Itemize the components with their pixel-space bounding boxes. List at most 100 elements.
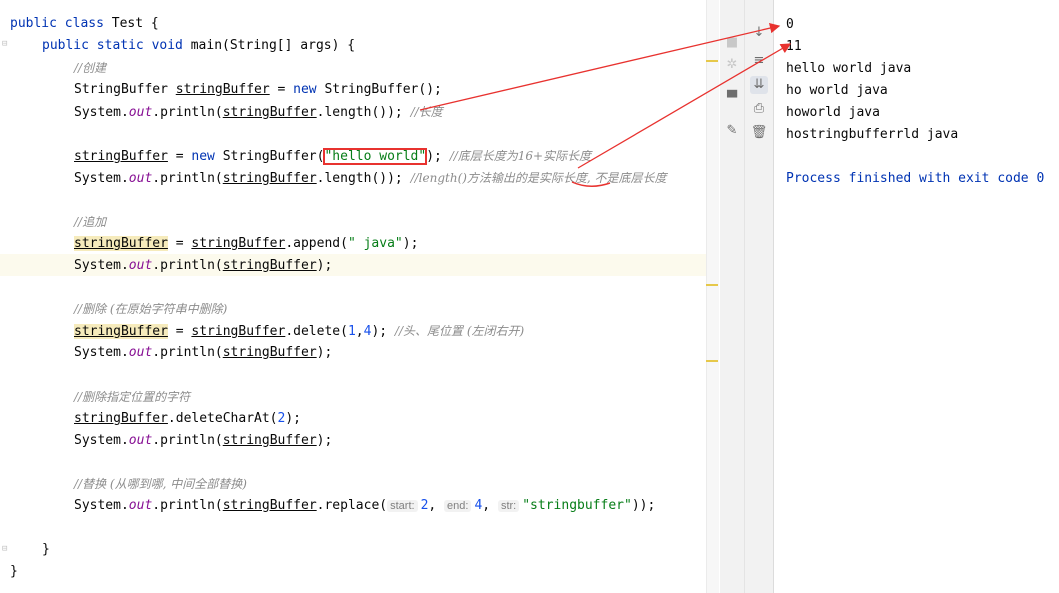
code-line-22: //替换 (从哪到哪, 中间全部替换): [74, 473, 247, 495]
method-call: .println(: [152, 345, 223, 360]
stop-icon[interactable]: ■: [723, 34, 741, 52]
code-line-1: public class Test {: [10, 13, 159, 35]
run-console[interactable]: 0 11 hello world java ho world java howo…: [774, 0, 1059, 593]
field: out: [128, 498, 153, 513]
pin-icon[interactable]: ✎: [723, 122, 741, 140]
code-line-8: System.out.println(stringBuffer.length()…: [74, 167, 667, 189]
code-line-26: }: [10, 561, 18, 583]
closing-brace: }: [42, 542, 50, 557]
scroll-marker[interactable]: [706, 60, 718, 62]
constructor: StringBuffer(: [222, 149, 325, 164]
scroll-marker[interactable]: [706, 284, 718, 286]
scroll-to-end-icon[interactable]: ⇊: [750, 76, 768, 94]
variable: stringBuffer: [191, 236, 286, 251]
method-call: .println(: [152, 258, 223, 273]
comment: //替换 (从哪到哪, 中间全部替换): [74, 477, 247, 491]
closing-brace: }: [10, 564, 18, 579]
comment: //删除 (在原始字符串中删除): [74, 302, 228, 316]
method-call: .append(: [285, 236, 348, 251]
field: out: [128, 345, 153, 360]
console-output-line: 0: [786, 17, 794, 32]
string-literal: "stringbuffer": [522, 498, 632, 513]
scroll-down-icon[interactable]: ↓: [750, 24, 768, 42]
string-literal: " java": [347, 236, 403, 251]
operator: =: [269, 82, 294, 97]
code-editor[interactable]: ⊟ ⊟ public class Test { public static vo…: [0, 0, 706, 593]
variable: stringBuffer: [222, 345, 317, 360]
variable: stringBuffer: [222, 105, 317, 120]
string-literal-boxed: "hello world": [323, 148, 428, 165]
class-name: Test {: [111, 16, 159, 31]
layout-icon[interactable]: ▀: [723, 90, 741, 108]
code-line-2: public static void main(String[] args) {: [42, 35, 355, 57]
comment: //底层长度为16+实际长度: [449, 149, 592, 163]
fold-marker-icon[interactable]: ⊟: [2, 545, 10, 554]
punctuation: );: [371, 324, 395, 339]
settings-icon[interactable]: ✲: [723, 56, 741, 74]
number-literal: 1: [347, 324, 356, 339]
code-line-15: stringBuffer = stringBuffer.delete(1,4);…: [74, 320, 524, 342]
class-ref: System.: [74, 345, 129, 360]
class-ref: System.: [74, 498, 129, 513]
variable: stringBuffer: [74, 149, 168, 164]
param-hint-start: start:: [387, 500, 418, 512]
keyword: public class: [10, 16, 112, 31]
variable: stringBuffer: [222, 433, 317, 448]
operator: =: [167, 236, 192, 251]
field: out: [128, 433, 153, 448]
class-ref: System.: [74, 433, 129, 448]
keyword: public static void: [42, 38, 191, 53]
class-ref: System.: [74, 171, 129, 186]
variable: stringBuffer: [222, 258, 317, 273]
scroll-marker[interactable]: [706, 360, 718, 362]
punctuation: );: [285, 411, 301, 426]
variable: stringBuffer: [191, 324, 286, 339]
code-line-14: //删除 (在原始字符串中删除): [74, 298, 227, 320]
variable: stringBuffer: [74, 411, 168, 426]
editor-scrollbar[interactable]: [706, 0, 719, 593]
trash-icon[interactable]: 🗑: [750, 124, 768, 142]
method-call: .length());: [316, 105, 411, 120]
code-line-18: //删除指定位置的字符: [74, 386, 190, 408]
method-call: .replace(: [316, 498, 388, 513]
comment: //长度: [410, 105, 443, 119]
method-call: .println(: [152, 498, 223, 513]
comment: //头、尾位置 (左闭右开): [394, 324, 525, 338]
process-finished-message: Process finished with exit code 0: [786, 171, 1045, 186]
comment: //追加: [74, 215, 107, 229]
console-output-line: hostringbufferrld java: [786, 127, 959, 142]
print-icon[interactable]: ⎙: [750, 100, 768, 118]
punctuation: );: [316, 258, 333, 273]
keyword: new: [191, 149, 223, 164]
keyword: new: [293, 82, 325, 97]
comment: //length()方法输出的是实际长度, 不是底层长度: [410, 171, 667, 185]
console-output-line: ho world java: [786, 83, 888, 98]
method-call: .delete(: [285, 324, 348, 339]
code-line-25: }: [42, 539, 50, 561]
constructor: StringBuffer();: [324, 82, 442, 97]
console-side-toolbar: ■ ✲ ▀ ✎: [720, 0, 745, 593]
class-ref: System.: [74, 258, 129, 273]
punctuation: ,: [355, 324, 364, 339]
comment: //删除指定位置的字符: [74, 390, 191, 404]
punctuation: ));: [631, 498, 656, 513]
code-line-23: System.out.println(stringBuffer.replace(…: [74, 495, 655, 517]
wrap-icon[interactable]: ≡: [750, 52, 768, 70]
variable-highlighted: stringBuffer: [74, 324, 168, 339]
code-line-7: stringBuffer = new StringBuffer("hello w…: [74, 145, 591, 167]
class-ref: System.: [74, 105, 129, 120]
punctuation: );: [426, 149, 450, 164]
code-line-10: //追加: [74, 211, 106, 233]
console-output-line: hello world java: [786, 61, 912, 76]
console-output-toolbar: ↓ ≡ ⇊ ⎙ 🗑: [745, 0, 774, 593]
comment: //创建: [74, 61, 107, 75]
code-line-3: //创建: [74, 57, 106, 79]
operator: =: [167, 324, 192, 339]
variable-highlighted: stringBuffer: [74, 236, 168, 251]
punctuation: ,: [482, 498, 498, 513]
method-call: .println(: [152, 433, 223, 448]
fold-marker-icon[interactable]: ⊟: [2, 40, 10, 49]
type: StringBuffer: [74, 82, 176, 97]
code-line-16: System.out.println(stringBuffer);: [74, 342, 332, 364]
variable: stringBuffer: [175, 82, 270, 97]
